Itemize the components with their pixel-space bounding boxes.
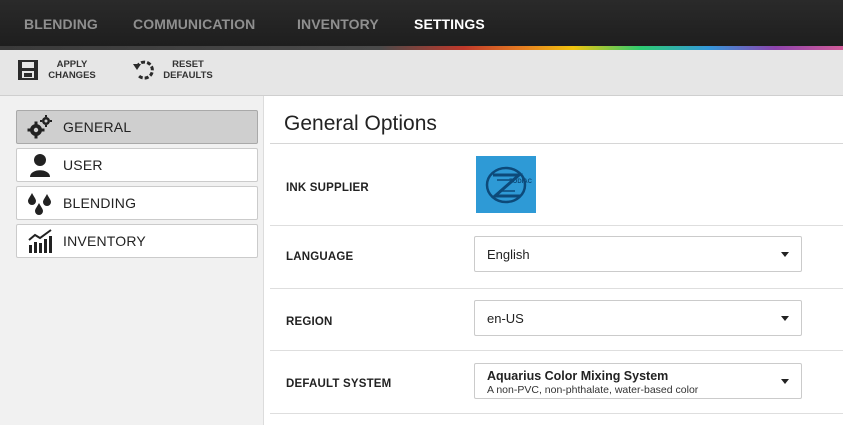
sidebar-item-label: USER	[63, 157, 103, 173]
default-system-select[interactable]: Aquarius Color Mixing System A non-PVC, …	[474, 363, 802, 399]
sidebar-item-label: BLENDING	[63, 195, 137, 211]
divider	[270, 143, 843, 144]
language-select[interactable]: English	[474, 236, 802, 272]
sidebar-item-inventory[interactable]: INVENTORY	[16, 224, 258, 258]
reset-label-line1: RESET	[172, 59, 204, 70]
sidebar-item-label: GENERAL	[63, 119, 132, 135]
ink-supplier-label: INK SUPPLIER	[286, 182, 369, 194]
reset-defaults-button[interactable]: RESET DEFAULTS	[132, 58, 214, 82]
top-navigation: BLENDING COMMUNICATION INVENTORY SETTING…	[0, 0, 843, 46]
default-system-description: A non-PVC, non-phthalate, water-based co…	[487, 384, 699, 396]
settings-sidebar: GENERAL USER BLENDING INVENTORY	[0, 96, 264, 425]
chevron-down-icon	[781, 316, 789, 321]
tab-blending[interactable]: BLENDING	[24, 16, 98, 32]
sidebar-item-label: INVENTORY	[63, 233, 146, 249]
divider	[270, 350, 843, 351]
reset-label-line2: DEFAULTS	[163, 70, 213, 81]
apply-label-line2: CHANGES	[48, 70, 96, 81]
default-system-value: Aquarius Color Mixing System	[487, 369, 669, 383]
language-label: LANGUAGE	[286, 251, 354, 263]
chart-icon	[27, 228, 53, 254]
default-system-label: DEFAULT SYSTEM	[286, 378, 392, 390]
language-value: English	[487, 247, 530, 262]
tab-inventory[interactable]: INVENTORY	[297, 16, 379, 32]
region-value: en-US	[487, 311, 524, 326]
divider	[270, 413, 843, 414]
sidebar-item-user[interactable]: USER	[16, 148, 258, 182]
zodiac-logo: ZODIAC	[476, 156, 536, 213]
toolbar: APPLY CHANGES RESET DEFAULTS	[0, 50, 843, 96]
divider	[270, 225, 843, 226]
page-title: General Options	[284, 112, 437, 135]
gears-icon	[27, 114, 53, 140]
region-select[interactable]: en-US	[474, 300, 802, 336]
chevron-down-icon	[781, 379, 789, 384]
save-icon	[16, 58, 40, 82]
divider	[270, 288, 843, 289]
user-icon	[27, 152, 53, 178]
reset-icon	[132, 58, 156, 82]
tab-communication[interactable]: COMMUNICATION	[133, 16, 255, 32]
apply-changes-button[interactable]: APPLY CHANGES	[16, 58, 98, 82]
drops-icon	[27, 190, 53, 216]
zodiac-logo-text: ZODIAC	[509, 179, 533, 185]
sidebar-item-general[interactable]: GENERAL	[16, 110, 258, 144]
general-options-panel: General Options INK SUPPLIER ZODIAC LANG…	[270, 96, 843, 425]
tab-settings[interactable]: SETTINGS	[414, 16, 485, 32]
apply-label-line1: APPLY	[56, 59, 88, 70]
chevron-down-icon	[781, 252, 789, 257]
sidebar-item-blending[interactable]: BLENDING	[16, 186, 258, 220]
region-label: REGION	[286, 316, 333, 328]
